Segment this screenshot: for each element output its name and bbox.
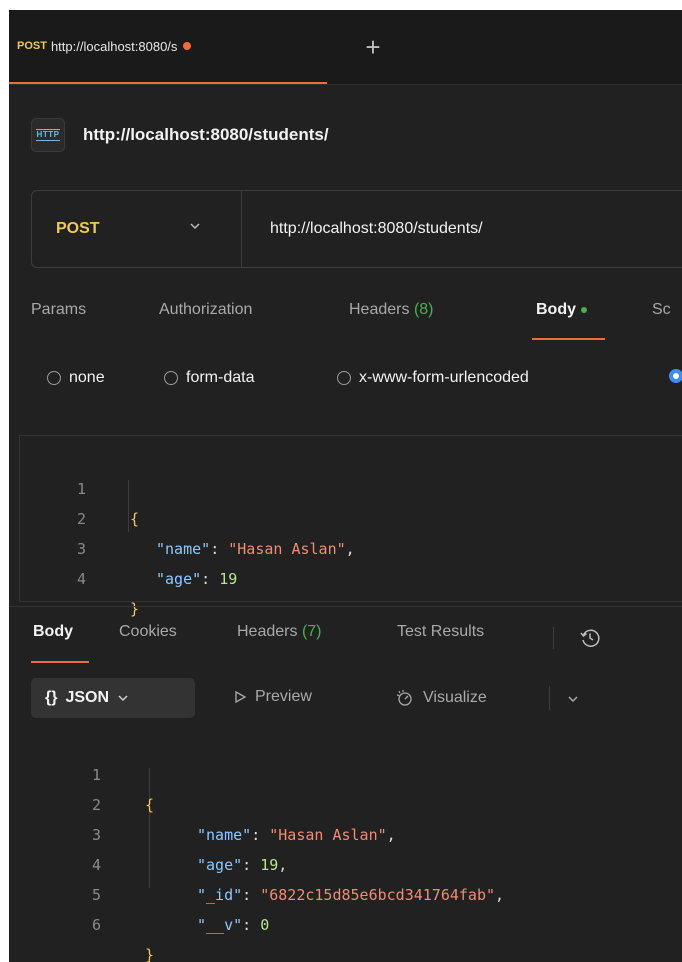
url-bar: POST http://localhost:8080/students/ [31,190,682,268]
radio-circle-icon [164,371,178,385]
app-window: POST http://localhost:8080/s + HTTP http… [9,10,682,962]
history-icon[interactable] [579,627,601,649]
url-input[interactable]: http://localhost:8080/students/ [270,191,483,267]
request-tabs: Params Authorization Headers (8) Body Sc [9,295,682,345]
request-title[interactable]: http://localhost:8080/students/ [83,125,329,145]
code-line: 4 } [76,570,140,618]
response-toolbar: {} JSON Preview Visualize [9,678,682,722]
indent-guide [149,768,150,888]
response-headers-count: (7) [301,623,322,640]
tab-headers[interactable]: Headers (8) [349,301,434,319]
response-tabs: Body Cookies Headers (7) Test Results [9,615,682,665]
indent-guide [128,480,129,532]
request-title-row: HTTP http://localhost:8080/students/ [31,115,329,155]
code-line: 1 { [76,480,140,528]
tab-method: POST [17,40,47,52]
tab-params[interactable]: Params [31,301,86,319]
chevron-down-icon[interactable] [566,692,580,706]
radio-selected-icon [669,369,682,383]
headers-count: (8) [413,301,434,318]
response-tab-body[interactable]: Body [33,623,73,641]
code-line: 5 "__v": 0 [91,886,270,934]
code-line: 1 { [91,766,155,814]
preview-button[interactable]: Preview [233,688,312,706]
tab-scripts[interactable]: Sc [652,301,671,319]
radio-urlencoded[interactable]: x-www-form-urlencoded [337,369,529,387]
pane-divider[interactable] [9,606,682,607]
request-tab[interactable]: POST http://localhost:8080/s [9,10,327,84]
visualize-button[interactable]: Visualize [395,688,487,708]
body-modified-dot-icon [581,306,587,313]
visualize-icon [396,690,412,706]
code-line: 6 } [91,916,155,962]
response-tab-test-results[interactable]: Test Results [397,623,484,641]
unsaved-dot-icon [183,42,192,50]
tab-url: http://localhost:8080/s [50,38,178,54]
play-icon [235,690,247,704]
code-line: 3 "age": 19 [76,540,238,588]
code-line: 3 "age": 19, [91,826,288,874]
response-active-tab-indicator [31,661,89,663]
tab-bar: POST http://localhost:8080/s + [9,10,682,85]
method-select[interactable]: POST [32,191,242,267]
active-tab-indicator [532,338,605,340]
radio-none[interactable]: none [47,369,105,387]
code-line: 2 "name": "Hasan Aslan", [76,510,355,558]
response-tab-headers[interactable]: Headers (7) [237,623,322,641]
tab-body[interactable]: Body [536,301,587,319]
braces-icon: {} [45,689,58,706]
response-body-viewer[interactable]: 1 { 2 "name": "Hasan Aslan", 3 "age": 19… [19,726,682,962]
method-value: POST [56,220,100,237]
tab-authorization[interactable]: Authorization [159,301,252,319]
format-select[interactable]: {} JSON [31,678,195,718]
radio-circle-icon [47,371,61,385]
toolbar-separator [549,686,550,710]
chevron-down-icon [190,223,200,230]
radio-form-data[interactable]: form-data [164,369,254,387]
body-type-options: none form-data x-www-form-urlencoded [9,365,682,399]
new-tab-button[interactable]: + [358,32,388,62]
response-tab-cookies[interactable]: Cookies [119,623,177,641]
toolbar-separator [553,627,554,649]
code-line: 4 "_id": "6822c15d85e6bcd341764fab", [91,856,505,904]
radio-raw[interactable] [669,369,682,383]
http-icon: HTTP [31,118,65,152]
radio-circle-icon [337,371,351,385]
chevron-down-icon [118,695,128,702]
request-body-editor[interactable]: 1 { 2 "name": "Hasan Aslan", 3 "age": 19… [19,435,682,618]
format-value: JSON [65,689,110,706]
code-line: 2 "name": "Hasan Aslan", [91,796,396,844]
